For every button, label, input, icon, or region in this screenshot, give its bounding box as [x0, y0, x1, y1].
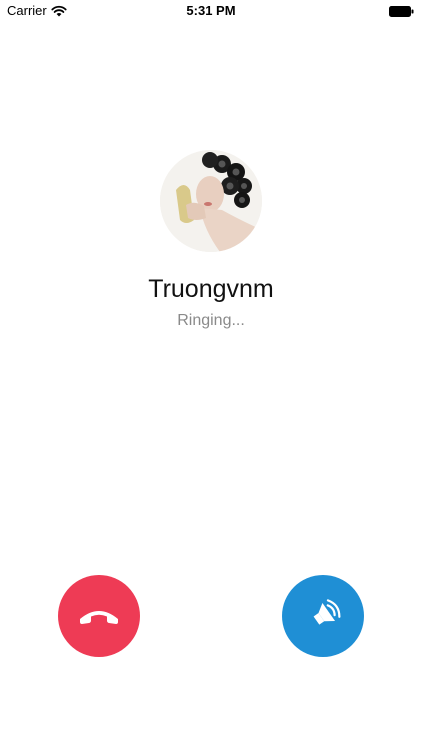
call-screen: Carrier 5:31 PM Truongvnm Ringing...	[0, 0, 422, 750]
hangup-button[interactable]	[58, 575, 140, 657]
speaker-icon	[303, 596, 343, 636]
status-bar: Carrier 5:31 PM	[0, 0, 422, 22]
caller-name: Truongvnm	[148, 275, 274, 303]
call-status: Ringing...	[177, 312, 245, 329]
battery-icon	[389, 5, 414, 17]
status-time: 5:31 PM	[186, 3, 236, 18]
caller-avatar	[160, 150, 262, 252]
speaker-button[interactable]	[282, 575, 364, 657]
phone-hangup-icon	[77, 605, 121, 627]
